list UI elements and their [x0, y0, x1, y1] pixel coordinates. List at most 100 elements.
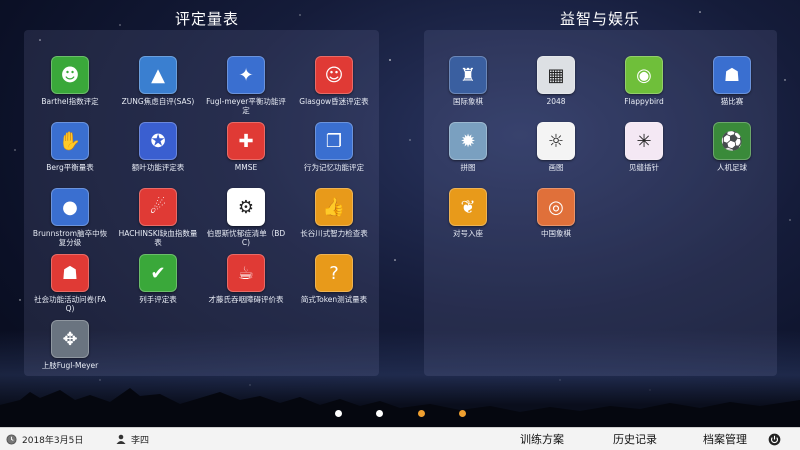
- entertainment-panel: ♜ 国际象棋 ▦ 2048 ◉ Flappybird ☗ 猫比赛 ✹ 拼图 ☼ 画图 ✳ 见缝插针 ⚽ 人机足…: [424, 30, 777, 376]
- cat-icon: ☗: [713, 56, 751, 94]
- entertainment-panel-title: 益智与娱乐: [559, 10, 640, 28]
- assessment-app-tile[interactable]: ☕ 才藤氏吞咽障碍评价表: [206, 254, 286, 304]
- assessment-app-grid: ☻ Barthel指数评定 ▲ ZUNG焦虑自评(SAS) ✦ Fugl-meyer平衡功…: [24, 30, 379, 376]
- app-label: 行为记忆功能评定: [304, 163, 364, 172]
- shoe-icon: ✔: [139, 254, 177, 292]
- assessment-app-tile[interactable]: ✔ 列手评定表: [118, 254, 198, 304]
- assessment-app-tile[interactable]: ● Brunnstrom脑卒中恢复分级: [30, 188, 110, 247]
- app-label: Berg平衡量表: [46, 163, 94, 172]
- brain-icon: ✚: [227, 122, 265, 160]
- entertainment-app-tile[interactable]: ☗ 猫比赛: [692, 56, 772, 106]
- entertainment-app-tile[interactable]: ◎ 中国象棋: [516, 188, 596, 238]
- entertainment-app-tile[interactable]: ▦ 2048: [516, 56, 596, 106]
- landscape-icon: ▲: [139, 56, 177, 94]
- app-label: 上肢Fugl-Meyer: [41, 361, 99, 370]
- head-lock-icon: ☻: [51, 56, 89, 94]
- lion-drawing-icon: ☼: [537, 122, 575, 160]
- entertainment-app-tile[interactable]: ✹ 拼图: [428, 122, 508, 172]
- entertainment-app-tile[interactable]: ✳ 见缝插针: [604, 122, 684, 172]
- comet-icon: ☄: [139, 188, 177, 226]
- app-label: Barthel指数评定: [41, 97, 99, 106]
- thumbs-head-icon: 👍: [315, 188, 353, 226]
- app-label: 画图: [548, 163, 564, 172]
- user-icon: [116, 428, 126, 450]
- app-label: 国际象棋: [453, 97, 483, 106]
- assessment-app-tile[interactable]: 👍 长谷川式智力检查表: [294, 188, 374, 238]
- app-label: MMSE: [234, 163, 258, 172]
- date-label: 2018年3月5日: [22, 435, 84, 446]
- bow-icon: ❦: [449, 188, 487, 226]
- entertainment-app-tile[interactable]: ⚽ 人机足球: [692, 122, 772, 172]
- app-label: Fugl-meyer平衡功能评定: [206, 97, 286, 115]
- assessment-app-tile[interactable]: ☻ Barthel指数评定: [30, 56, 110, 106]
- group-icon: ☗: [51, 254, 89, 292]
- medal-icon: ✪: [139, 122, 177, 160]
- cup-icon: ☕: [227, 254, 265, 292]
- gear-head-icon: ⚙: [227, 188, 265, 226]
- page-dot[interactable]: [459, 410, 466, 417]
- app-label: 2048: [546, 97, 566, 106]
- app-label: 列手评定表: [139, 295, 177, 304]
- app-label: 人机足球: [717, 163, 747, 172]
- hedgehog-icon: ✹: [449, 122, 487, 160]
- entertainment-app-tile[interactable]: ❦ 对号入座: [428, 188, 508, 238]
- nav-history[interactable]: 历史记录: [613, 428, 657, 450]
- assessment-app-tile[interactable]: ✋ Berg平衡量表: [30, 122, 110, 172]
- app-label: 对号入座: [453, 229, 483, 238]
- needle-wheel-icon: ✳: [625, 122, 663, 160]
- assessment-app-tile[interactable]: ✚ MMSE: [206, 122, 286, 172]
- app-label: ZUNG焦虑自评(SAS): [121, 97, 195, 106]
- bird-icon: ◉: [625, 56, 663, 94]
- treeline-silhouette: [0, 388, 800, 430]
- app-label: 伯恩斯忧郁症清单（BDC): [206, 229, 286, 247]
- app-label: HACHINSKI缺血指数量表: [118, 229, 198, 247]
- app-label: Glasgow昏迷评定表: [299, 97, 369, 106]
- xiangqi-icon: ◎: [537, 188, 575, 226]
- app-label: Flappybird: [624, 97, 664, 106]
- assessment-panel: ☻ Barthel指数评定 ▲ ZUNG焦虑自评(SAS) ✦ Fugl-meyer平衡功…: [24, 30, 379, 376]
- page-dot[interactable]: [335, 410, 342, 417]
- grid-2048-icon: ▦: [537, 56, 575, 94]
- page-dot[interactable]: [376, 410, 383, 417]
- assessment-panel-title: 评定量表: [174, 10, 239, 28]
- app-label: 中国象棋: [541, 229, 571, 238]
- assessment-app-tile[interactable]: ☄ HACHINSKI缺血指数量表: [118, 188, 198, 247]
- hand-icon: ✋: [51, 122, 89, 160]
- page-indicator: [0, 410, 800, 420]
- handshake-icon: ✥: [51, 320, 89, 358]
- assessment-app-tile[interactable]: ✥ 上肢Fugl-Meyer: [30, 320, 110, 370]
- entertainment-app-tile[interactable]: ☼ 画图: [516, 122, 596, 172]
- app-label: 额叶功能评定表: [131, 163, 185, 172]
- assessment-app-tile[interactable]: ❐ 行为记忆功能评定: [294, 122, 374, 172]
- assessment-app-tile[interactable]: ▲ ZUNG焦虑自评(SAS): [118, 56, 198, 106]
- entertainment-app-tile[interactable]: ♜ 国际象棋: [428, 56, 508, 106]
- page-dot[interactable]: [418, 410, 425, 417]
- clock-icon: [6, 428, 17, 450]
- entertainment-app-grid: ♜ 国际象棋 ▦ 2048 ◉ Flappybird ☗ 猫比赛 ✹ 拼图 ☼ 画图 ✳ 见缝插针 ⚽ 人机足…: [424, 30, 777, 376]
- bottom-bar: 2018年3月5日 李四 训练方案 历史记录 档案管理: [0, 427, 800, 450]
- chess-icon: ♜: [449, 56, 487, 94]
- book-head-icon: ❐: [315, 122, 353, 160]
- nav-training-plan[interactable]: 训练方案: [520, 428, 564, 450]
- power-button[interactable]: [768, 428, 781, 450]
- assessment-app-tile[interactable]: ☗ 社会功能活动问卷(FAQ): [30, 254, 110, 313]
- question-head-icon: ?: [315, 254, 353, 292]
- assessment-app-tile[interactable]: ? 简式Token测试量表: [294, 254, 374, 304]
- nav-records[interactable]: 档案管理: [703, 428, 747, 450]
- user-name: 李四: [131, 435, 150, 446]
- app-label: 长谷川式智力检查表: [300, 229, 368, 238]
- head-icon: ●: [51, 188, 89, 226]
- assessment-app-tile[interactable]: ✦ Fugl-meyer平衡功能评定: [206, 56, 286, 115]
- app-label: 猫比赛: [720, 97, 744, 106]
- app-label: 见缝插针: [629, 163, 659, 172]
- football-icon: ⚽: [713, 122, 751, 160]
- lightbulb-icon: ✦: [227, 56, 265, 94]
- assessment-app-tile[interactable]: ⚙ 伯恩斯忧郁症清单（BDC): [206, 188, 286, 247]
- app-label: 简式Token测试量表: [300, 295, 368, 304]
- people-icon: ☺: [315, 56, 353, 94]
- assessment-app-tile[interactable]: ☺ Glasgow昏迷评定表: [294, 56, 374, 106]
- assessment-app-tile[interactable]: ✪ 额叶功能评定表: [118, 122, 198, 172]
- entertainment-app-tile[interactable]: ◉ Flappybird: [604, 56, 684, 106]
- app-label: 拼图: [460, 163, 476, 172]
- app-label: 才藤氏吞咽障碍评价表: [208, 295, 284, 304]
